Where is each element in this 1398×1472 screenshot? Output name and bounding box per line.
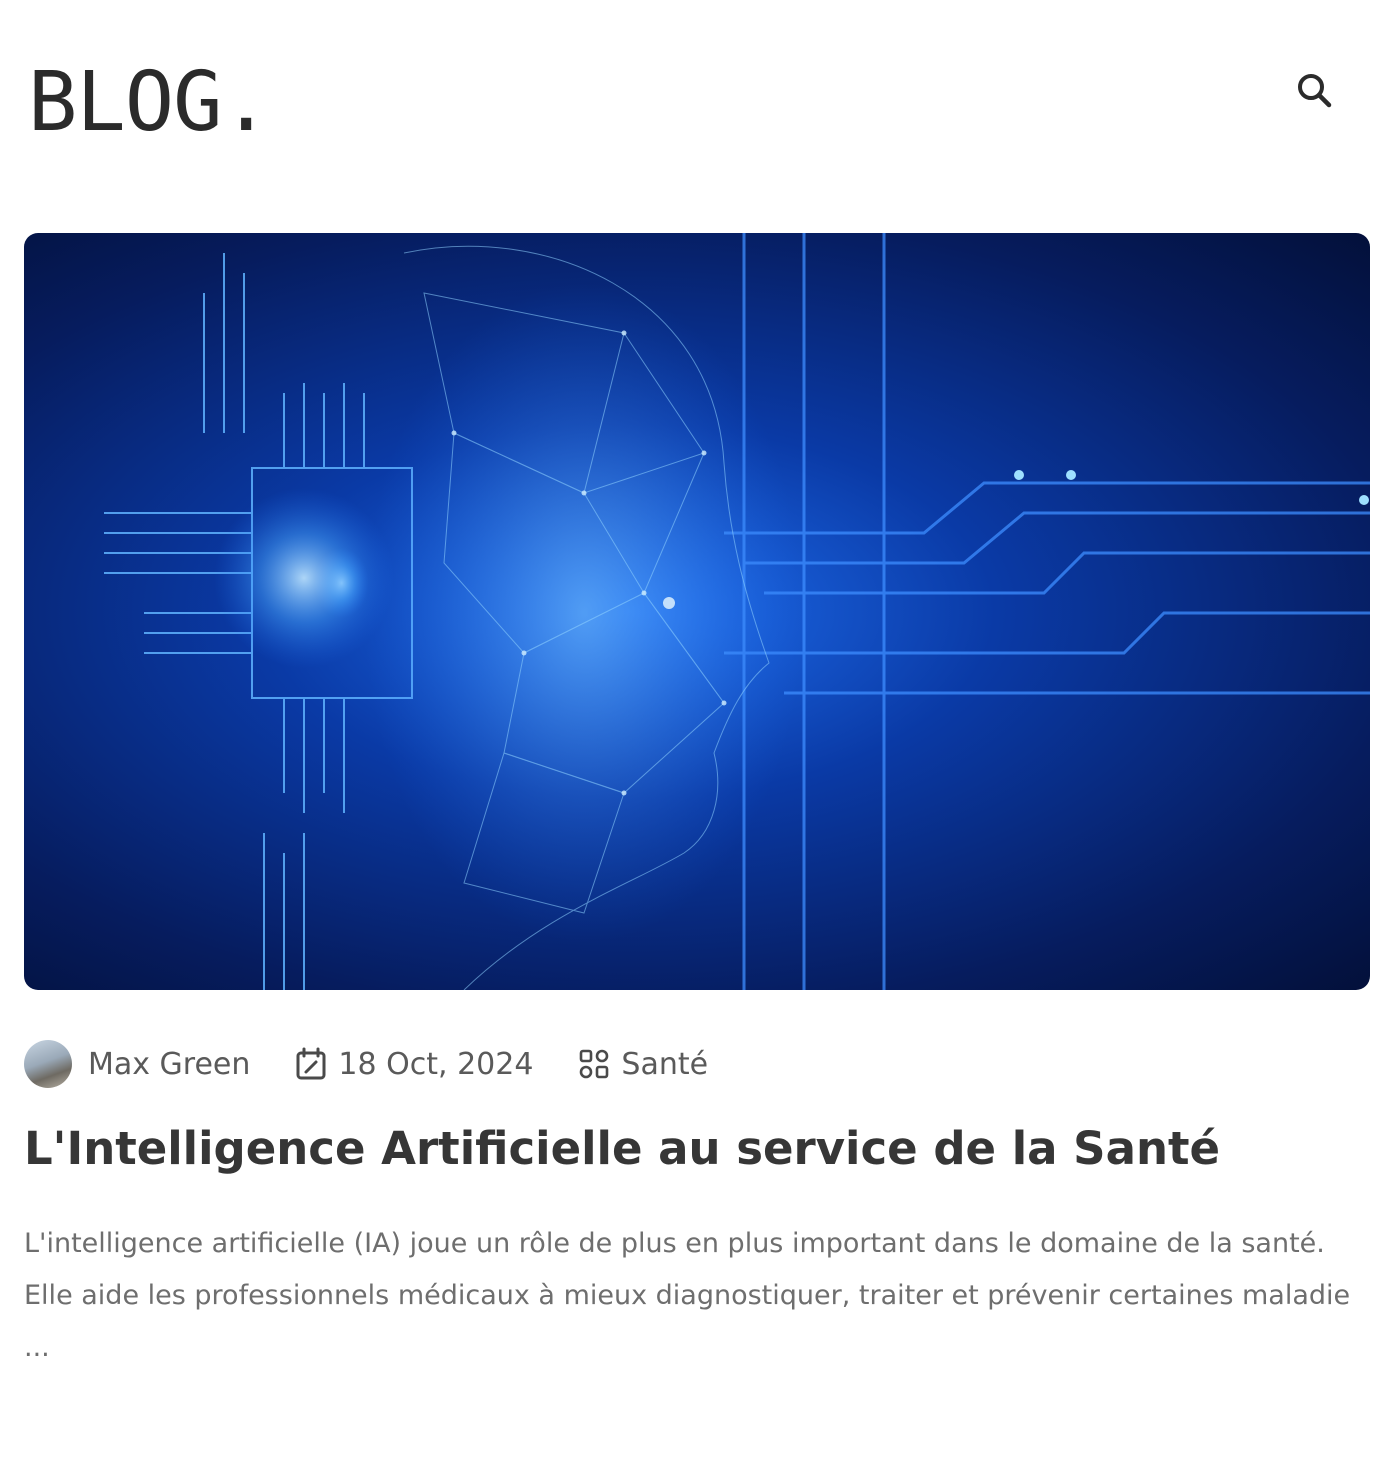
author-avatar[interactable]: [24, 1040, 72, 1088]
site-logo[interactable]: BLOG.: [28, 62, 271, 144]
calendar-edit-icon: [294, 1047, 328, 1081]
site-header: BLOG.: [0, 0, 1398, 200]
post-date: 18 Oct, 2024: [294, 1047, 533, 1082]
category-grid-icon: [577, 1047, 611, 1081]
post-author[interactable]: Max Green: [88, 1047, 250, 1082]
ai-head-illustration: [104, 233, 1370, 990]
post-category-text[interactable]: Santé: [621, 1047, 708, 1082]
post-category[interactable]: Santé: [577, 1047, 708, 1082]
post-excerpt: L'intelligence artificielle (IA) joue un…: [24, 1228, 1351, 1363]
post-title[interactable]: L'Intelligence Artificielle au service d…: [24, 1122, 1364, 1176]
search-icon: [1298, 74, 1332, 108]
post-hero-image[interactable]: [24, 233, 1370, 990]
author-name[interactable]: Max Green: [88, 1047, 250, 1082]
post-date-text: 18 Oct, 2024: [338, 1046, 534, 1082]
search-button[interactable]: [1290, 66, 1338, 114]
post-meta: Max Green 18 Oct, 2024 Santé: [24, 1040, 752, 1088]
